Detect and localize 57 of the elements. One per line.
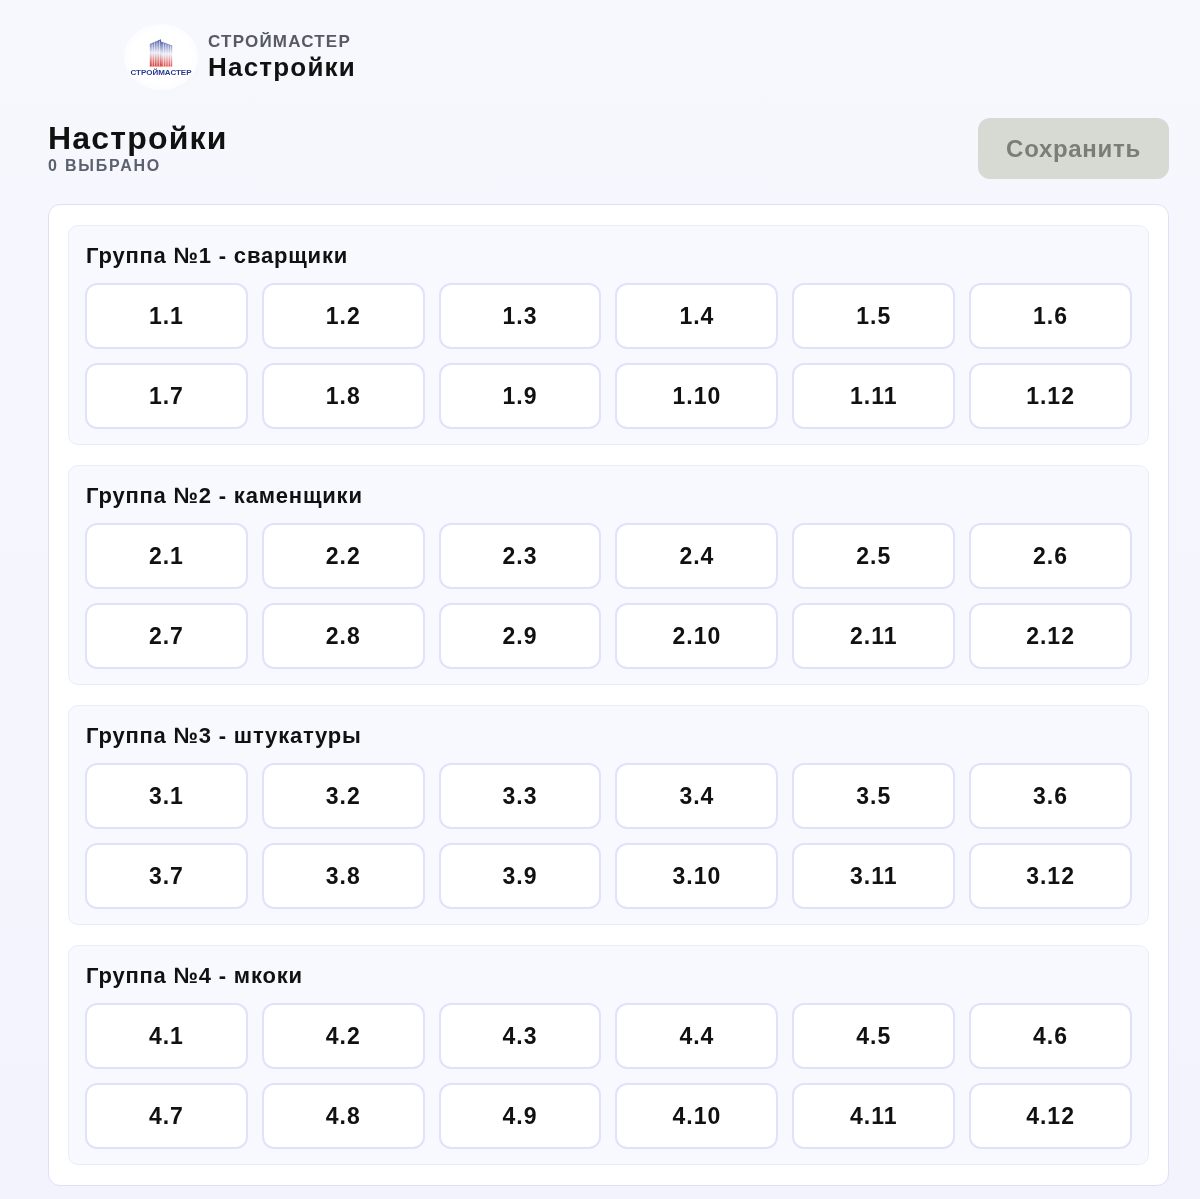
option-button[interactable]: 4.11 [792,1083,956,1149]
option-button[interactable]: 4.8 [261,1083,425,1149]
option-button[interactable]: 2.6 [969,523,1132,589]
option-button[interactable]: 1.11 [792,363,956,429]
option-button[interactable]: 2.7 [85,603,248,669]
selected-count: 0 ВЫБРАНО [48,156,162,176]
option-button[interactable]: 2.9 [438,603,602,669]
option-button[interactable]: 2.12 [969,603,1132,669]
option-button[interactable]: 1.7 [85,363,248,429]
option-button[interactable]: 2.3 [438,523,602,589]
page-title: Настройки [48,120,228,156]
option-button[interactable]: 3.10 [615,843,779,909]
option-button[interactable]: 1.8 [261,363,425,429]
option-button[interactable]: 3.12 [969,843,1132,909]
group-title: Группа №3 - штукатуры [86,723,362,749]
option-button[interactable]: 4.7 [85,1083,248,1149]
option-button[interactable]: 4.5 [792,1003,956,1069]
option-button[interactable]: 3.11 [792,843,956,909]
option-button[interactable]: 1.6 [969,283,1132,349]
option-button[interactable]: 4.9 [438,1083,602,1149]
option-button[interactable]: 1.10 [615,363,779,429]
logo-text: СТРОЙМАСТЕР [130,67,192,78]
option-button[interactable]: 2.10 [615,603,779,669]
option-button[interactable]: 1.2 [261,283,425,349]
option-button[interactable]: 2.1 [85,523,248,589]
option-button[interactable]: 3.6 [969,763,1132,829]
option-button[interactable]: 1.4 [615,283,779,349]
option-button[interactable]: 3.4 [615,763,779,829]
option-button[interactable]: 2.8 [261,603,425,669]
option-button[interactable]: 2.5 [792,523,956,589]
option-button[interactable]: 1.5 [792,283,956,349]
group-title: Группа №1 - сварщики [86,243,349,269]
option-button[interactable]: 4.10 [615,1083,779,1149]
option-button[interactable]: 4.6 [969,1003,1132,1069]
option-button[interactable]: 4.3 [438,1003,602,1069]
option-button[interactable]: 4.12 [969,1083,1132,1149]
option-button[interactable]: 1.12 [969,363,1132,429]
brand-name: СТРОЙМАСТЕР [208,32,352,52]
option-button[interactable]: 3.9 [438,843,602,909]
option-button[interactable]: 3.5 [792,763,956,829]
option-button[interactable]: 1.9 [438,363,602,429]
option-button[interactable]: 3.1 [85,763,248,829]
group-title: Группа №2 - каменщики [86,483,363,509]
option-button[interactable]: 3.8 [261,843,425,909]
option-button[interactable]: 4.4 [615,1003,779,1069]
option-button[interactable]: 1.3 [438,283,602,349]
option-button[interactable]: 3.7 [85,843,248,909]
option-button[interactable]: 3.2 [261,763,425,829]
option-button[interactable]: 2.11 [792,603,956,669]
header-title: Настройки [208,52,356,82]
option-button[interactable]: 1.1 [85,283,248,349]
option-button[interactable]: 3.3 [438,763,602,829]
option-button[interactable]: 2.2 [261,523,425,589]
option-button[interactable]: 2.4 [615,523,779,589]
group-title: Группа №4 - мкоки [86,963,303,989]
option-button[interactable]: 4.2 [261,1003,425,1069]
option-button[interactable]: 4.1 [85,1003,248,1069]
